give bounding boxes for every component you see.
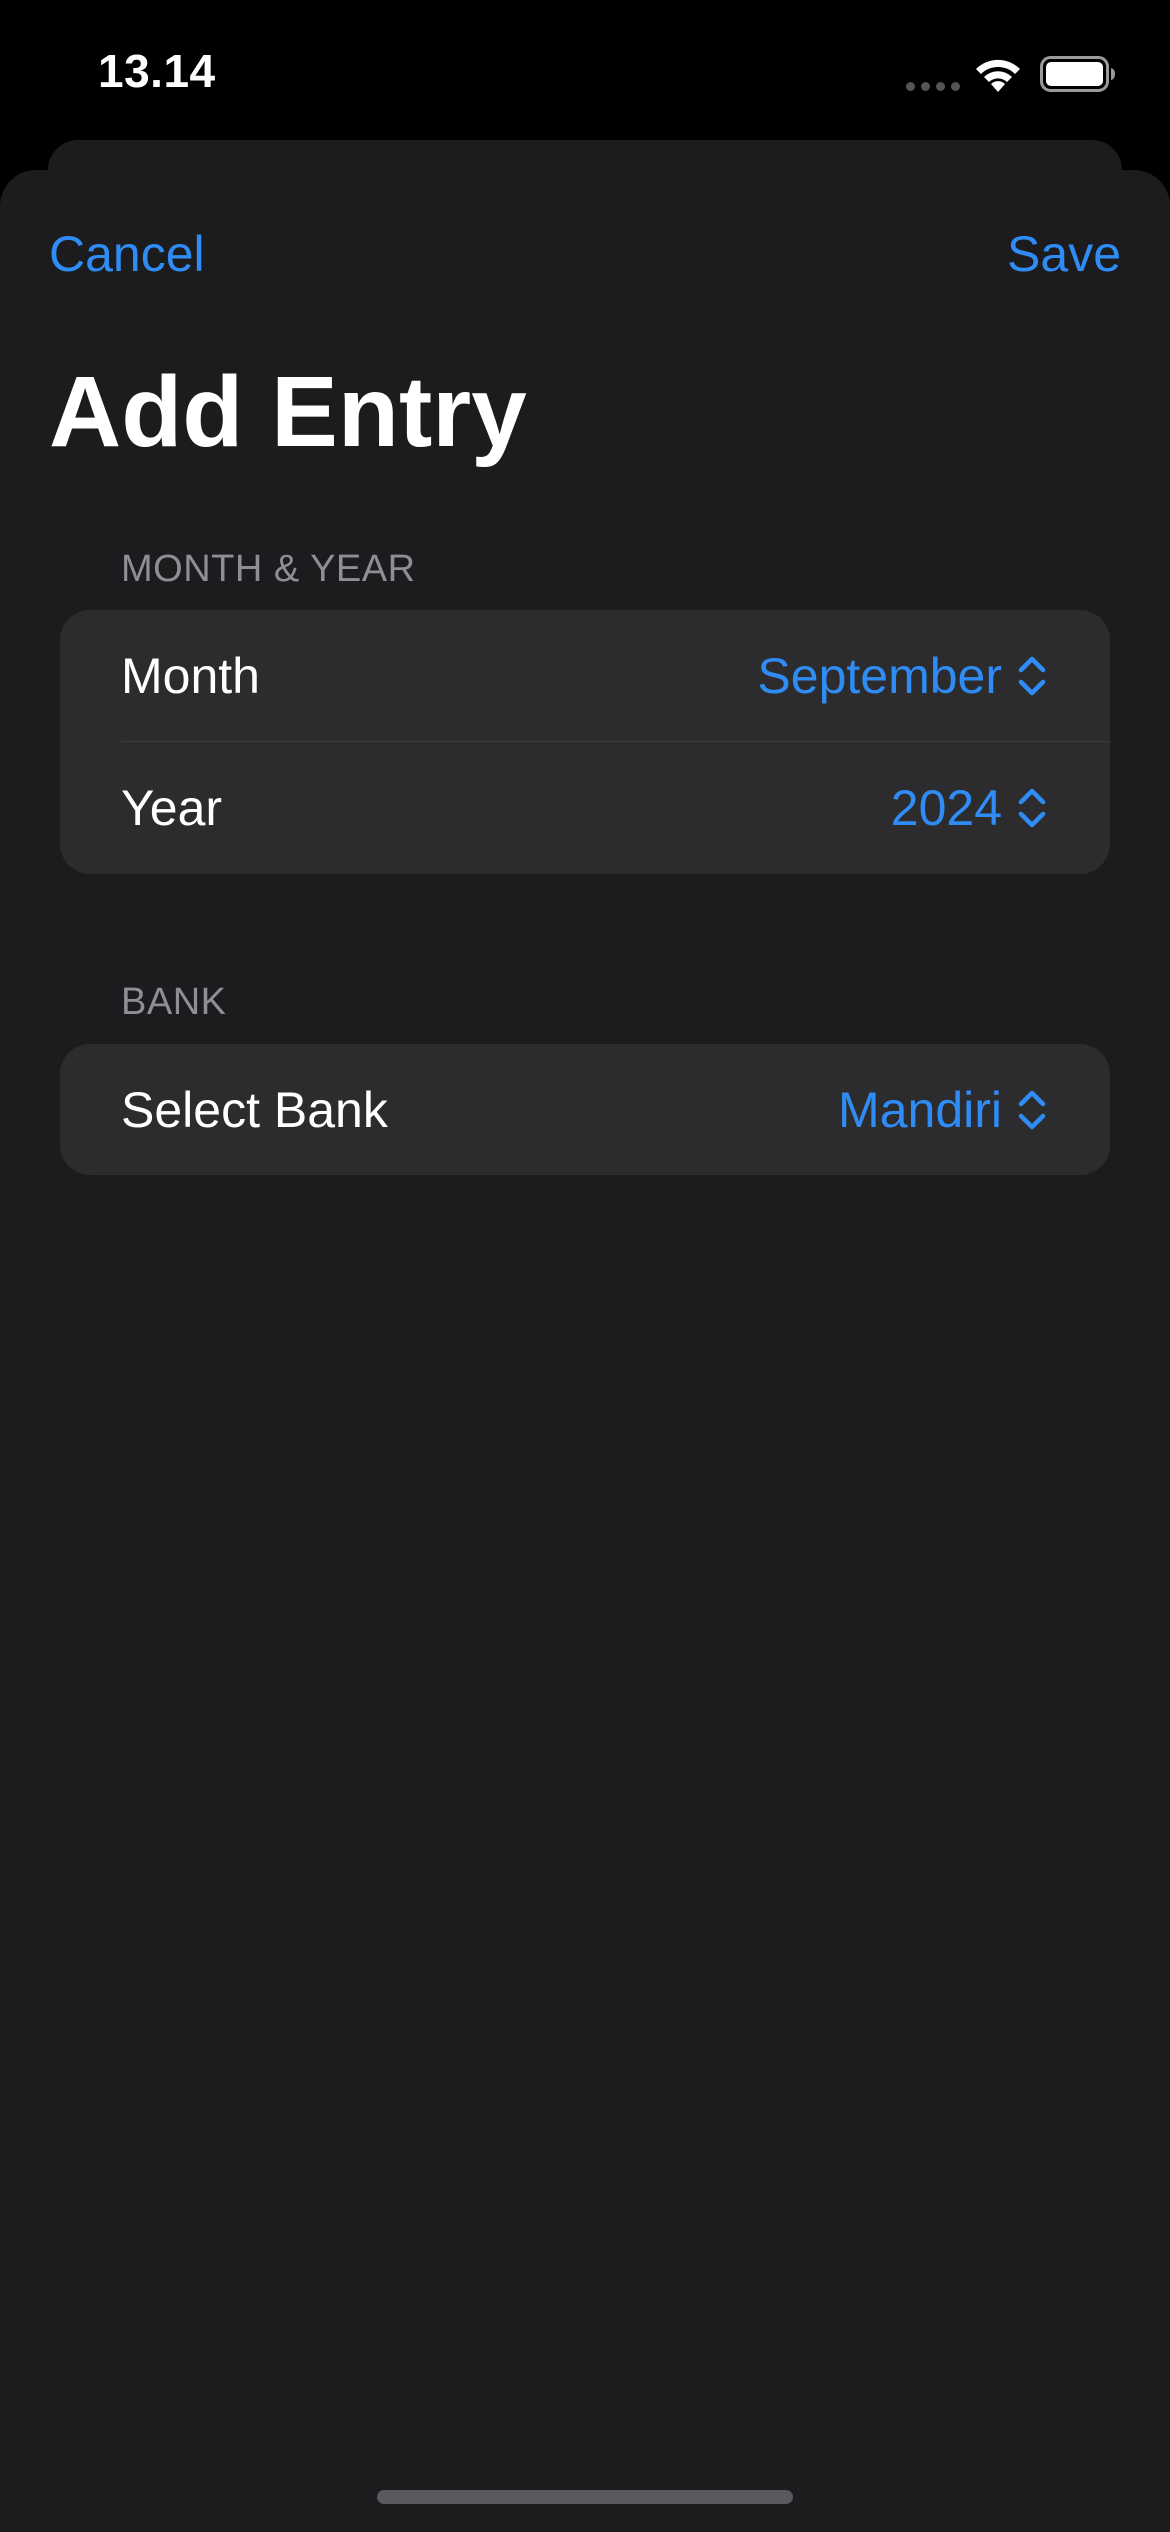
cancel-button[interactable]: Cancel (49, 224, 205, 284)
month-label: Month (121, 647, 260, 704)
year-picker[interactable]: 2024 (891, 778, 1048, 838)
status-time: 13.14 (98, 45, 216, 97)
add-entry-sheet (0, 170, 1170, 2532)
chevron-up-down-icon (1018, 788, 1046, 827)
home-indicator[interactable] (377, 2490, 793, 2504)
chevron-up-down-icon (1018, 1090, 1046, 1129)
screen: 13.14 Cancel Save Add Entry MONTH & YEAR… (0, 0, 1170, 2532)
month-picker-row[interactable]: Month September (60, 610, 1110, 741)
bank-label: Select Bank (121, 1081, 388, 1138)
year-picker-row[interactable]: Year 2024 (60, 742, 1110, 873)
section-header-month-year: MONTH & YEAR (121, 548, 416, 590)
battery-icon (1040, 56, 1115, 92)
bank-value: Mandiri (838, 1081, 1002, 1138)
month-picker[interactable]: September (757, 646, 1048, 706)
cellular-signal-icon (906, 82, 960, 92)
month-year-group: Month September Year 2024 (60, 610, 1110, 874)
year-label: Year (121, 779, 223, 836)
section-header-bank: BANK (121, 981, 227, 1023)
year-value: 2024 (890, 779, 1002, 836)
save-button[interactable]: Save (1007, 224, 1121, 284)
month-value: September (757, 647, 1002, 704)
bank-group: Select Bank Mandiri (60, 1044, 1110, 1175)
wifi-icon (976, 59, 1020, 92)
bank-picker[interactable]: Mandiri (838, 1080, 1048, 1140)
bank-picker-row[interactable]: Select Bank Mandiri (60, 1044, 1110, 1175)
chevron-up-down-icon (1018, 656, 1046, 695)
page-title: Add Entry (49, 356, 527, 468)
